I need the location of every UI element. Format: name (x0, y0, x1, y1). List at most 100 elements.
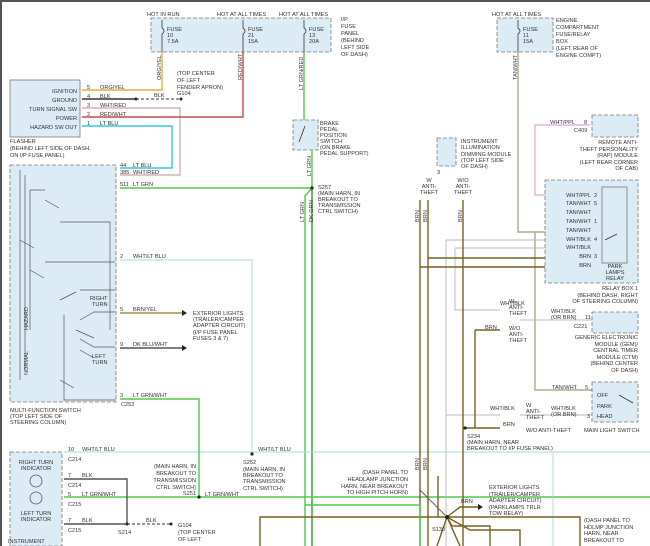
label: GENERIC ELECTRONIC (575, 335, 638, 341)
label: BREAKOUT TO (584, 538, 624, 544)
label: CTRL SWITCH) (243, 486, 283, 492)
label: CENTRAL TIMER (593, 348, 638, 354)
label: TAN/WHT (566, 201, 592, 207)
label: S252 (243, 460, 256, 466)
label: BLK (82, 473, 93, 479)
label: 5 (585, 385, 588, 391)
label: 7 (68, 473, 71, 479)
label: THEFT (509, 338, 528, 344)
label: BRN (458, 210, 464, 222)
label: C215 (68, 528, 81, 534)
label: OF LEFT (178, 537, 202, 543)
label: (BEHIND (341, 38, 364, 44)
label: (OR BRN) (551, 315, 577, 321)
label: HOT AT ALL TIMES (492, 12, 541, 18)
label: RELAY (606, 276, 624, 282)
label: DK BLU/WHT (133, 342, 168, 348)
label: WHT/PPL (550, 120, 575, 126)
label: 3 (587, 414, 590, 420)
label: STEERING COLUMN) (10, 420, 66, 426)
label: BRN (423, 210, 429, 222)
label: S251 (183, 491, 196, 497)
label: 5 (68, 492, 71, 498)
label: S130 (432, 527, 445, 533)
label: HOT AT ALL TIMES (279, 12, 328, 18)
label: BOX (556, 39, 568, 45)
label: 385 (120, 170, 129, 176)
label: LT GRN (133, 182, 153, 188)
label: 8 (584, 120, 587, 126)
label: 511 (120, 182, 129, 188)
label: PEDAL SUPPORT) (320, 151, 369, 157)
label: I/P (341, 17, 348, 23)
label: OF CAB) (615, 166, 638, 172)
label: W/O ANTI-THEFT (526, 428, 572, 434)
label: PANEL (341, 31, 359, 37)
label: WHT/RED (133, 170, 159, 176)
label: OF STEERING COLUMN) (572, 299, 638, 305)
label: S214 (118, 530, 131, 536)
label: OF DASH) (461, 164, 488, 170)
label: (TOP CENTER (177, 71, 215, 77)
label: TO HIGH PITCH HORN) (347, 490, 409, 496)
label: HEAD (597, 414, 613, 420)
label: G104 (177, 91, 191, 97)
label: (BEHIND LEFT SIDE OF DASH, (10, 146, 91, 152)
label: 3 (594, 254, 597, 260)
label: OFF (597, 393, 609, 399)
label: 20A (309, 39, 319, 45)
label: ILLUMINATION (461, 145, 500, 151)
label: IGNITION (52, 89, 77, 95)
label: HAZARD SW OUT (30, 125, 78, 131)
label: ENGINE COMPT) (556, 53, 601, 59)
label: OF DASH) (341, 52, 368, 58)
label: REMOTE ANTI- (598, 140, 638, 146)
label: C409 (574, 128, 587, 134)
label: BRN (579, 263, 591, 269)
label: C221 (574, 324, 587, 330)
label: BREAKOUT TO I/P FUSE PANEL) (467, 446, 553, 452)
label: TURN (92, 360, 108, 366)
label: TRANSMISSION (153, 478, 196, 484)
label: (BEHIND CENTER (590, 361, 638, 367)
label: LT BLU (133, 163, 151, 169)
label: 4 (594, 237, 597, 243)
label: 7.5A (167, 39, 179, 45)
label: THEFT (420, 190, 439, 196)
label: THEFT (526, 415, 545, 421)
label: BRN (461, 499, 473, 505)
multi-function-switch: HAZARD NORMAL RIGHTTURN LEFTTURN MULTI-F… (9, 164, 134, 426)
label: 5 (120, 307, 123, 313)
label: GROUND (52, 98, 77, 104)
label: INDICATOR (21, 466, 51, 472)
label: WHT/BLK (490, 406, 515, 412)
label: BRN (579, 254, 591, 260)
label: INSTRUMENT (8, 539, 45, 545)
label: BLK (154, 93, 165, 99)
label: C215 (68, 502, 81, 508)
label: DK GRN (309, 200, 315, 222)
label: WHT/PPL (566, 193, 591, 199)
label: TURN SIGNAL SW (29, 107, 78, 113)
label: THEFT (454, 190, 473, 196)
label: 2 (594, 193, 597, 199)
label: HOT AT ALL TIMES (217, 12, 266, 18)
label: NORMAL (24, 351, 30, 375)
label: LT GRN/RED (299, 57, 305, 90)
label: TAN/WHT (566, 219, 592, 225)
label: WHT/LT BLU (82, 447, 115, 453)
label: C214 (68, 457, 81, 463)
label: G104 (178, 523, 192, 529)
label: LT GRN/WHT (133, 393, 168, 399)
label: (OR BRN) (551, 412, 577, 418)
label: 11 (585, 315, 591, 321)
label: BRN (485, 325, 497, 331)
label: LT GRN/WHT (205, 492, 240, 498)
label: THEFT (509, 311, 528, 317)
label: 3 (437, 170, 440, 176)
label: TAN/WHT (552, 385, 578, 391)
label: 5 (594, 201, 597, 207)
label: BLK (146, 518, 157, 524)
label: BREAKOUT TO (156, 471, 196, 477)
label: TURN (92, 302, 108, 308)
